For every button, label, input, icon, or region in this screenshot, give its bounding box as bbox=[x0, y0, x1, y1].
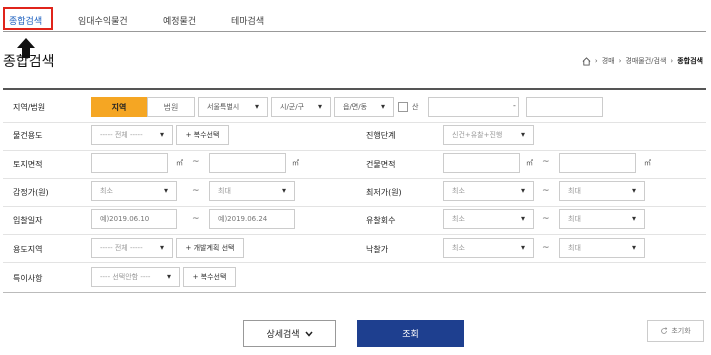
bid-date-from-input[interactable] bbox=[91, 209, 177, 229]
breadcrumb-item[interactable]: 경매물건/검색 bbox=[625, 56, 666, 66]
appraisal-max-select[interactable]: 최대 bbox=[209, 181, 295, 201]
appraisal-label: 감정가(원) bbox=[13, 188, 49, 197]
tab-rental-income[interactable]: 임대수익물건 bbox=[78, 14, 128, 27]
mountain-checkbox[interactable] bbox=[398, 102, 408, 112]
breadcrumb: › 경매 › 경매물건/검색 › 종합검색 bbox=[582, 56, 703, 66]
reset-label: 초기화 bbox=[671, 327, 691, 335]
land-area-max-input[interactable] bbox=[209, 153, 286, 173]
lot-dash: - bbox=[513, 101, 516, 110]
failed-count-max-select[interactable]: 최대 bbox=[559, 209, 645, 229]
failed-count-min-select[interactable]: 최소 bbox=[443, 209, 534, 229]
building-area-min-input[interactable] bbox=[443, 153, 520, 173]
building-unit-max: ㎡ bbox=[644, 159, 651, 167]
min-price-max-select[interactable]: 최대 bbox=[559, 181, 645, 201]
search-button[interactable]: 조회 bbox=[357, 320, 464, 347]
active-tab-highlight bbox=[3, 7, 53, 30]
land-unit: ㎡ bbox=[176, 159, 183, 167]
breadcrumb-sep-icon: › bbox=[670, 57, 674, 65]
breadcrumb-sep-icon: › bbox=[594, 57, 598, 65]
detail-search-button[interactable]: 상세검색 bbox=[243, 320, 336, 347]
zoning-select[interactable]: ----- 전체 ----- bbox=[91, 238, 173, 258]
form-top-border bbox=[3, 88, 706, 90]
bid-date-to-input[interactable] bbox=[209, 209, 295, 229]
winning-price-tilde: ~ bbox=[542, 243, 550, 253]
appraisal-min-select[interactable]: 최소 bbox=[91, 181, 177, 201]
building-area-max-input[interactable] bbox=[559, 153, 636, 173]
region-label: 지역/법원 bbox=[13, 103, 46, 112]
row-divider bbox=[3, 178, 706, 179]
bid-date-tilde: ~ bbox=[192, 214, 200, 224]
land-area-min-input[interactable] bbox=[91, 153, 168, 173]
winning-price-max-select[interactable]: 최대 bbox=[559, 238, 645, 258]
chevron-down-icon bbox=[304, 331, 313, 337]
building-unit: ㎡ bbox=[526, 159, 533, 167]
reset-button[interactable]: 초기화 bbox=[647, 320, 704, 342]
usage-multi-button[interactable]: + 복수선택 bbox=[176, 125, 229, 145]
tab-theme-search[interactable]: 테마검색 bbox=[231, 14, 264, 27]
page-title: 종합검색 bbox=[3, 54, 55, 70]
sido-select[interactable]: 서울특별시 bbox=[198, 97, 268, 117]
breadcrumb-current: 종합검색 bbox=[677, 57, 703, 65]
bid-date-label: 입찰일자 bbox=[13, 216, 43, 225]
mountain-label: 산 bbox=[412, 103, 419, 111]
zoning-label: 용도지역 bbox=[13, 245, 43, 254]
sigungu-select[interactable]: 시/군/구 bbox=[271, 97, 331, 117]
lot-sub-input[interactable] bbox=[526, 97, 603, 117]
breadcrumb-item[interactable]: 경매 bbox=[602, 56, 615, 66]
row-divider bbox=[3, 206, 706, 207]
building-area-label: 건물면적 bbox=[366, 160, 396, 169]
failed-count-label: 유찰회수 bbox=[366, 216, 396, 225]
usage-label: 물건용도 bbox=[13, 131, 43, 140]
toggle-region[interactable]: 지역 bbox=[91, 97, 147, 117]
special-label: 특이사항 bbox=[13, 274, 43, 283]
land-unit-max: ㎡ bbox=[292, 159, 299, 167]
lot-main-input[interactable] bbox=[428, 97, 519, 117]
usage-select[interactable]: ----- 전체 ----- bbox=[91, 125, 173, 145]
land-tilde: ~ bbox=[192, 157, 200, 167]
toggle-court[interactable]: 법원 bbox=[147, 97, 195, 117]
land-area-label: 토지면적 bbox=[13, 160, 43, 169]
stage-label: 진행단계 bbox=[366, 131, 396, 140]
min-price-min-select[interactable]: 최소 bbox=[443, 181, 534, 201]
special-multi-button[interactable]: + 복수선택 bbox=[183, 267, 236, 287]
dong-select[interactable]: 읍/면/동 bbox=[334, 97, 394, 117]
winning-price-min-select[interactable]: 최소 bbox=[443, 238, 534, 258]
stage-select[interactable]: 신건+유찰+진행 bbox=[443, 125, 534, 145]
form-bottom-border bbox=[3, 292, 706, 293]
winning-price-label: 낙찰가 bbox=[366, 245, 389, 254]
appraisal-tilde: ~ bbox=[192, 186, 200, 196]
min-price-label: 최저가(원) bbox=[366, 188, 402, 197]
row-divider bbox=[3, 150, 706, 151]
row-divider bbox=[3, 262, 706, 263]
refresh-icon bbox=[661, 327, 668, 334]
detail-search-label: 상세검색 bbox=[266, 330, 300, 340]
tab-scheduled[interactable]: 예정물건 bbox=[163, 14, 196, 27]
special-select[interactable]: ---- 선택안함 ---- bbox=[91, 267, 180, 287]
row-divider bbox=[3, 122, 706, 123]
development-plan-button[interactable]: + 개발계획 선택 bbox=[176, 238, 244, 258]
row-divider bbox=[3, 234, 706, 235]
building-tilde: ~ bbox=[542, 157, 550, 167]
tab-divider bbox=[3, 31, 706, 32]
breadcrumb-sep-icon: › bbox=[618, 57, 622, 65]
min-price-tilde: ~ bbox=[542, 186, 550, 196]
home-icon[interactable] bbox=[582, 56, 591, 66]
failed-count-tilde: ~ bbox=[542, 214, 550, 224]
